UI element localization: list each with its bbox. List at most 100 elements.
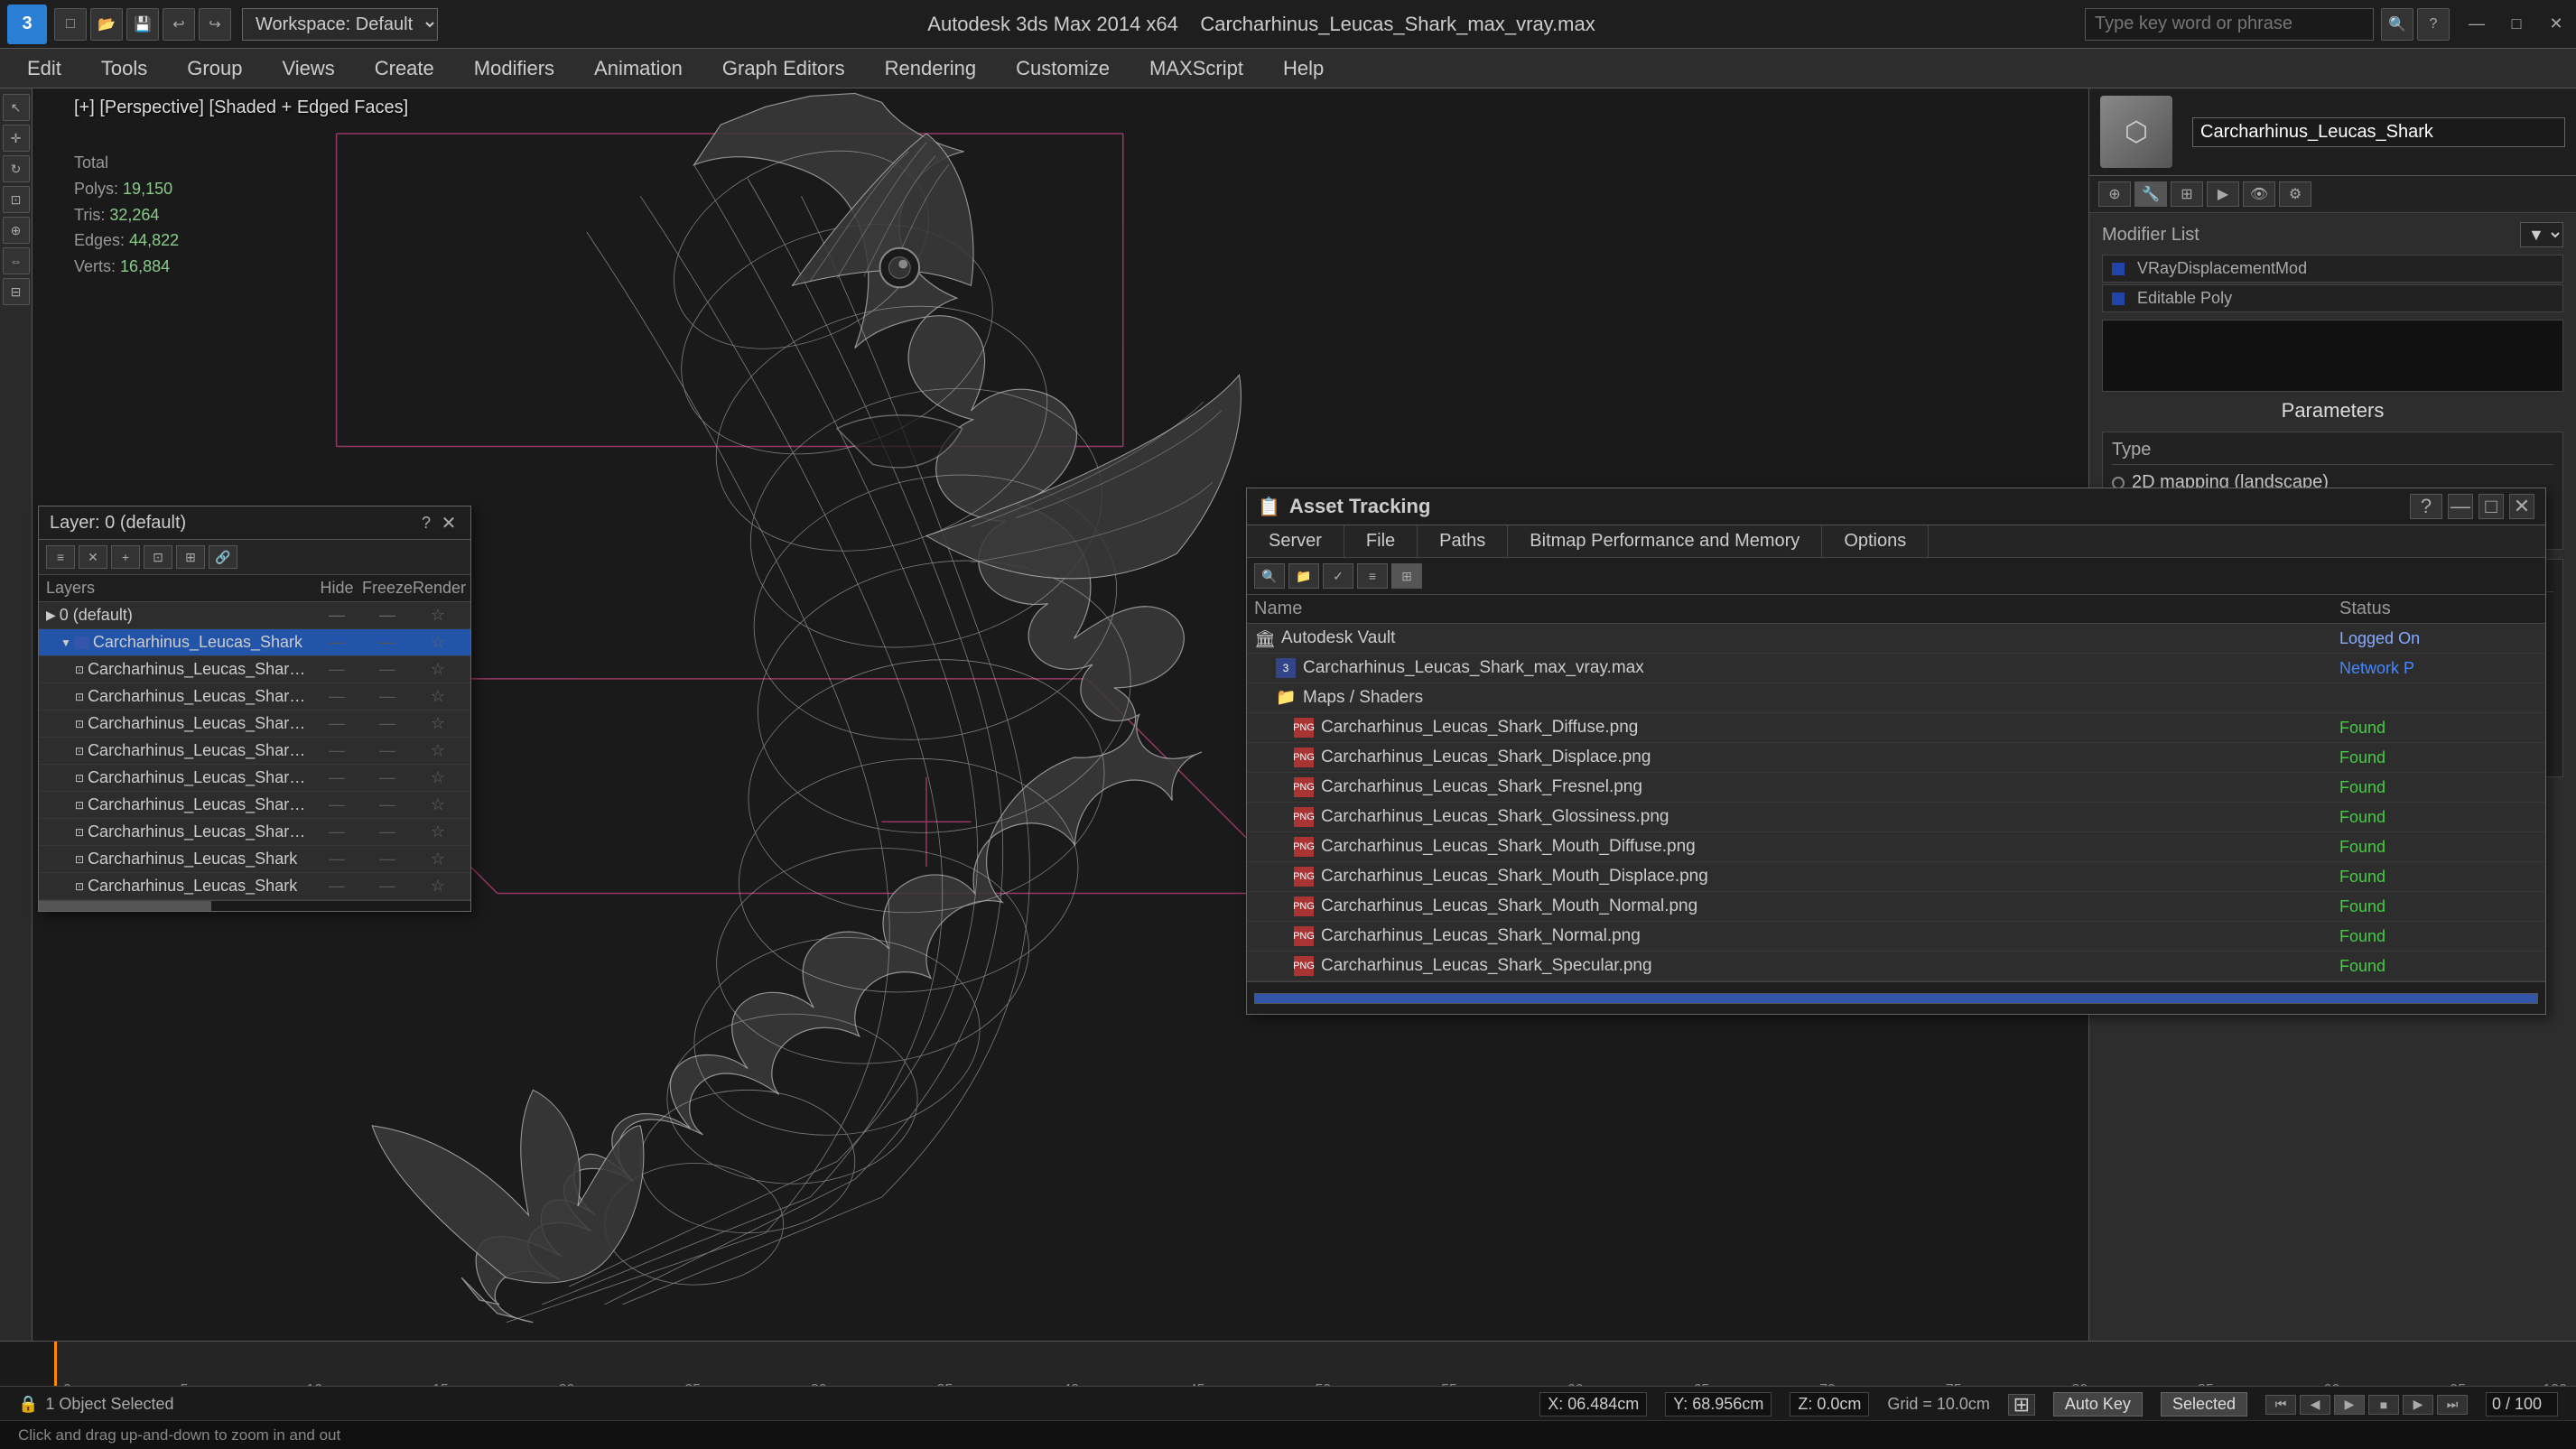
help-btn[interactable]: ? (2417, 8, 2450, 41)
new-file-btn[interactable]: □ (54, 8, 87, 41)
close-btn[interactable]: ✕ (2536, 8, 2576, 41)
grid-toggle[interactable]: ⊞ (2008, 1394, 2035, 1416)
asset-panel-minimize[interactable]: — (2448, 494, 2473, 519)
asset-row-displace[interactable]: PNG Carcharhinus_Leucas_Shark_Displace.p… (1247, 743, 2545, 773)
asset-menu-server[interactable]: Server (1247, 525, 1344, 557)
asset-row-maps-folder[interactable]: 📁 Maps / Shaders (1247, 683, 2545, 713)
layer-row-default[interactable]: ▶ 0 (default) — — ☆ (39, 602, 470, 629)
layer-row-eye-r[interactable]: ⊡ Carcharhinus_Leucas_Shark_Eye_R — — ☆ (39, 738, 470, 765)
scale-tool[interactable]: ⊡ (3, 186, 30, 213)
hint-text: Click and drag up-and-down to zoom in an… (18, 1426, 340, 1444)
asset-menu-file[interactable]: File (1344, 525, 1418, 557)
menu-rendering[interactable]: Rendering (869, 53, 993, 84)
modifier-vray[interactable]: VRayDisplacementMod (2102, 255, 2563, 283)
rp-icon-display[interactable]: 👁 (2243, 181, 2275, 207)
layer-row-eye-l[interactable]: ⊡ Carcharhinus_Leucas_Shark_Eye_L — — ☆ (39, 656, 470, 683)
asset-menu-bitmap[interactable]: Bitmap Performance and Memory (1508, 525, 1822, 557)
asset-btn4[interactable]: ≡ (1357, 563, 1388, 589)
menu-help[interactable]: Help (1267, 53, 1340, 84)
rp-icon-hierarchy[interactable]: ⊞ (2171, 181, 2203, 207)
layer-row-shark1[interactable]: ⊡ Carcharhinus_Leucas_Shark — — ☆ (39, 846, 470, 873)
asset-row-normal[interactable]: PNG Carcharhinus_Leucas_Shark_Normal.png… (1247, 922, 2545, 952)
rp-icon-motion[interactable]: ▶ (2207, 181, 2239, 207)
menu-group[interactable]: Group (171, 53, 258, 84)
layer-settings-btn[interactable]: ≡ (46, 545, 75, 569)
open-file-btn[interactable]: 📂 (90, 8, 123, 41)
rp-icon-create[interactable]: ⊕ (2098, 181, 2131, 207)
modifier-dropdown[interactable]: ▼ (2520, 222, 2563, 247)
asset-btn1[interactable]: 🔍 (1254, 563, 1285, 589)
mirror-tool[interactable]: ⇔ (3, 247, 30, 274)
maps-folder-name: Maps / Shaders (1303, 688, 2339, 708)
menu-animation[interactable]: Animation (578, 53, 699, 84)
asset-panel-close[interactable]: ✕ (2509, 494, 2534, 519)
prev-frame-btn[interactable]: ◀ (2300, 1395, 2330, 1415)
asset-btn3[interactable]: ✓ (1323, 563, 1353, 589)
layer-row-teeth-top[interactable]: ⊡ Carcharhinus_Leucas_Shark_Teeth_Top — … (39, 765, 470, 792)
menu-graph-editors[interactable]: Graph Editors (706, 53, 861, 84)
asset-row-mouth-normal[interactable]: PNG Carcharhinus_Leucas_Shark_Mouth_Norm… (1247, 892, 2545, 922)
object-name-field[interactable] (2192, 117, 2565, 147)
go-end-btn[interactable]: ⏭ (2437, 1395, 2468, 1415)
move-tool[interactable]: ✛ (3, 125, 30, 152)
layer-row-eye-c[interactable]: ⊡ Carcharhinus_Leucas_Shark_Eye_C — — ☆ (39, 683, 470, 711)
layer-row-mouth[interactable]: ⊡ Carcharhinus_Leucas_Shark_Mouth — — ☆ (39, 819, 470, 846)
asset-row-max-file[interactable]: 3 Carcharhinus_Leucas_Shark_max_vray.max… (1247, 654, 2545, 683)
redo-btn[interactable]: ↪ (199, 8, 231, 41)
search-btn[interactable]: 🔍 (2381, 8, 2413, 41)
undo-btn[interactable]: ↩ (163, 8, 195, 41)
asset-row-vault[interactable]: 🏛 Autodesk Vault Logged On (1247, 624, 2545, 654)
menu-customize[interactable]: Customize (1000, 53, 1126, 84)
modifier-stack-area[interactable] (2102, 320, 2563, 392)
menu-create[interactable]: Create (358, 53, 451, 84)
layer-btn4[interactable]: ⊡ (144, 545, 172, 569)
menu-views[interactable]: Views (265, 53, 350, 84)
menu-edit[interactable]: Edit (11, 53, 78, 84)
save-file-btn[interactable]: 💾 (126, 8, 159, 41)
rotate-tool[interactable]: ↻ (3, 155, 30, 182)
asset-panel-help[interactable]: ? (2410, 494, 2442, 519)
menu-modifiers[interactable]: Modifiers (458, 53, 571, 84)
next-frame-btn[interactable]: ▶ (2403, 1395, 2433, 1415)
go-start-btn[interactable]: ⏮ (2265, 1395, 2296, 1415)
snap-tool[interactable]: ⊕ (3, 217, 30, 244)
layer-row-teeth-bottom[interactable]: ⊡ Carcharhinus_Leucas_Shark_Teeth_Bottom… (39, 792, 470, 819)
select-tool[interactable]: ↖ (3, 94, 30, 121)
layer-scrollbar[interactable] (39, 900, 470, 911)
layer-add-btn[interactable]: + (111, 545, 140, 569)
align-tool[interactable]: ⊟ (3, 278, 30, 305)
asset-row-diffuse[interactable]: PNG Carcharhinus_Leucas_Shark_Diffuse.pn… (1247, 713, 2545, 743)
layer-row-shark2[interactable]: ⊡ Carcharhinus_Leucas_Shark — — ☆ (39, 873, 470, 900)
workspace-select[interactable]: Workspace: Default (242, 8, 438, 41)
asset-row-fresnel[interactable]: PNG Carcharhinus_Leucas_Shark_Fresnel.pn… (1247, 773, 2545, 803)
layer-btn6[interactable]: 🔗 (209, 545, 237, 569)
asset-menu-options[interactable]: Options (1822, 525, 1929, 557)
search-input[interactable] (2085, 8, 2374, 41)
modifier-editable-poly[interactable]: Editable Poly (2102, 284, 2563, 312)
minimize-btn[interactable]: — (2457, 8, 2497, 41)
asset-panel-maximize[interactable]: □ (2478, 494, 2504, 519)
rp-icon-modify[interactable]: 🔧 (2134, 181, 2167, 207)
layer-row-shark-group[interactable]: ▼ Carcharhinus_Leucas_Shark — — ☆ (39, 629, 470, 656)
frame-input[interactable] (2486, 1392, 2558, 1416)
play-btn[interactable]: ▶ (2334, 1395, 2365, 1415)
layer-panel-close[interactable]: ✕ (438, 512, 460, 534)
layer-delete-btn[interactable]: ✕ (79, 545, 107, 569)
asset-row-specular[interactable]: PNG Carcharhinus_Leucas_Shark_Specular.p… (1247, 952, 2545, 981)
layer-btn5[interactable]: ⊞ (176, 545, 205, 569)
menu-maxscript[interactable]: MAXScript (1133, 53, 1260, 84)
asset-btn2[interactable]: 📁 (1288, 563, 1319, 589)
asset-btn5[interactable]: ⊞ (1391, 563, 1422, 589)
maximize-btn[interactable]: □ (2497, 8, 2536, 41)
asset-row-mouth-diffuse[interactable]: PNG Carcharhinus_Leucas_Shark_Mouth_Diff… (1247, 832, 2545, 862)
asset-row-glossiness[interactable]: PNG Carcharhinus_Leucas_Shark_Glossiness… (1247, 803, 2545, 832)
layer-row-eye-o[interactable]: ⊡ Carcharhinus_Leucas_Shark_Eye_O — — ☆ (39, 711, 470, 738)
layer-panel-help[interactable]: ? (422, 514, 431, 533)
stop-btn[interactable]: ■ (2368, 1395, 2399, 1415)
timeline-track[interactable]: 0 5 10 15 20 25 30 35 40 45 50 55 60 65 … (54, 1342, 2576, 1386)
menu-tools[interactable]: Tools (85, 53, 163, 84)
asset-menu-paths[interactable]: Paths (1418, 525, 1508, 557)
timeline[interactable]: 0 5 10 15 20 25 30 35 40 45 50 55 60 65 … (0, 1342, 2576, 1387)
rp-icon-utilities[interactable]: ⚙ (2279, 181, 2311, 207)
asset-row-mouth-displace[interactable]: PNG Carcharhinus_Leucas_Shark_Mouth_Disp… (1247, 862, 2545, 892)
